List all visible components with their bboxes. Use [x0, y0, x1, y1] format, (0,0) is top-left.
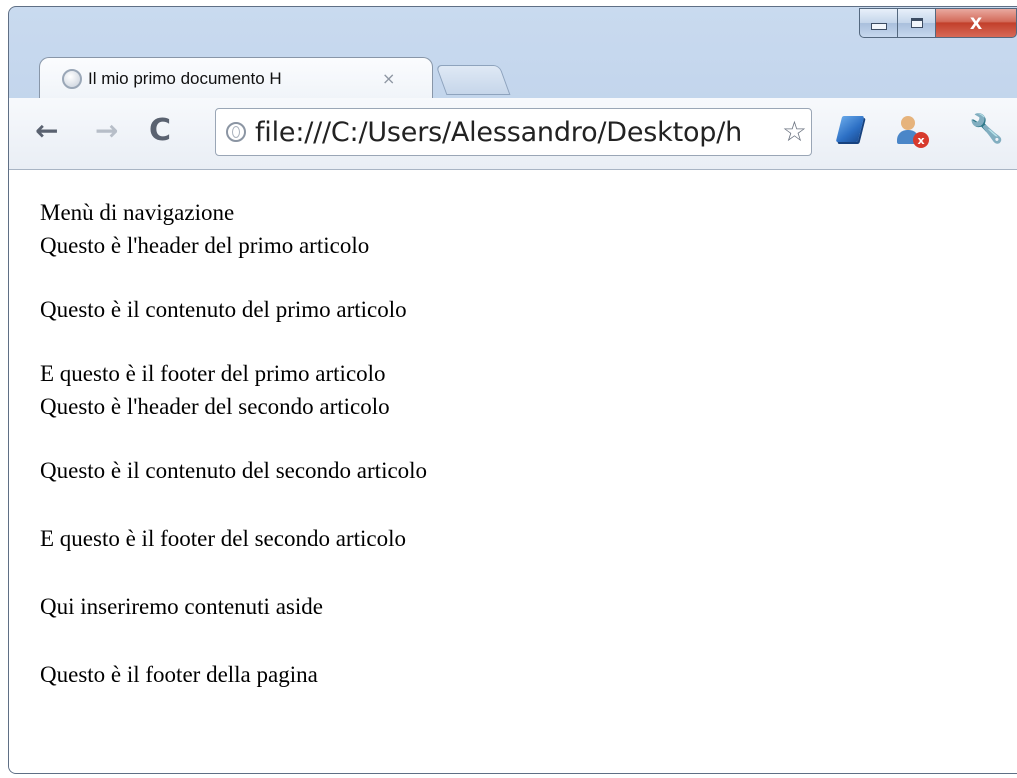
page-content: Menù di navigazione Questo è l'header de… [9, 170, 1017, 773]
window-controls: X [859, 8, 1017, 38]
page-line-nav: Menù di navigazione [40, 200, 235, 225]
minimize-button[interactable] [859, 8, 897, 38]
maximize-icon [910, 18, 923, 28]
page-line-aside: Qui inseriremo contenuti aside [40, 594, 323, 619]
page-line-header-2: Questo è l'header del secondo articolo [40, 394, 390, 419]
page-line-footer-2: E questo è il footer del secondo articol… [40, 526, 406, 551]
page-line-content-1: Questo è il contenuto del primo articolo [40, 297, 407, 322]
tab-close-icon[interactable]: × [382, 69, 395, 88]
page-line-header-1: Questo è l'header del primo articolo [40, 233, 370, 258]
back-button[interactable]: ← [35, 116, 58, 146]
page-favicon-icon [62, 68, 82, 89]
close-icon: X [969, 13, 983, 33]
book-extension-icon[interactable] [835, 116, 865, 142]
forward-button[interactable]: → [95, 116, 118, 146]
error-badge-icon: x [913, 132, 929, 148]
address-url[interactable]: file:///C:/Users/Alessandro/Desktop/h [255, 117, 742, 148]
address-bar[interactable]: file:///C:/Users/Alessandro/Desktop/h ☆ [215, 108, 812, 156]
page-line-content-2: Questo è il contenuto del secondo artico… [40, 458, 428, 483]
user-head [901, 116, 915, 130]
wrench-icon[interactable]: 🔧 [969, 112, 1004, 145]
browser-toolbar: ← → C file:///C:/Users/Alessandro/Deskto… [9, 98, 1017, 170]
page-line-footer-1: E questo è il footer del primo articolo [40, 361, 386, 386]
new-tab-button[interactable] [435, 65, 511, 95]
minimize-icon [870, 22, 887, 30]
browser-window: X Il mio primo documento H × ← → C file:… [8, 6, 1017, 774]
page-line-page-footer: Questo è il footer della pagina [40, 662, 318, 687]
tab-title: Il mio primo documento H [88, 68, 282, 88]
tab-active[interactable]: Il mio primo documento H × [39, 57, 433, 99]
bookmark-star-icon[interactable]: ☆ [779, 115, 807, 148]
maximize-button[interactable] [897, 8, 935, 38]
user-extension-icon[interactable]: x [897, 116, 931, 152]
globe-icon [226, 122, 246, 142]
reload-button[interactable]: C [149, 116, 171, 146]
close-window-button[interactable]: X [935, 8, 1017, 38]
